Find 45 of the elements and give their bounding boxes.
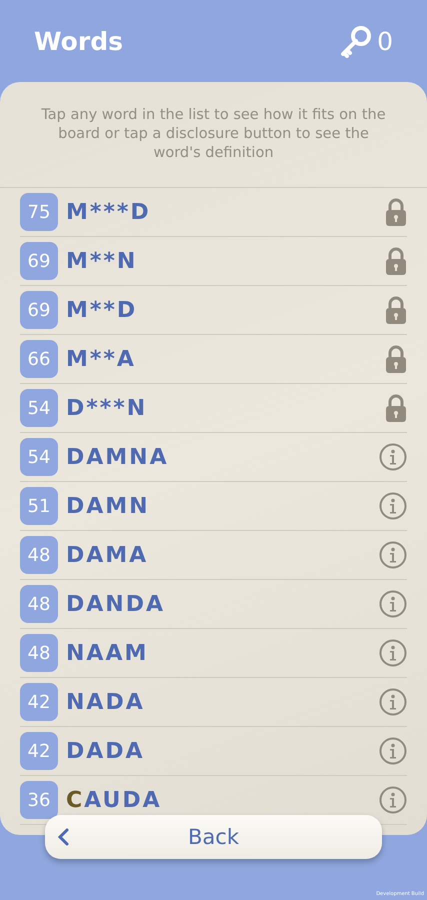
info-icon[interactable] <box>379 541 407 569</box>
key-count: 0 <box>377 26 393 56</box>
score-badge: 42 <box>20 683 58 721</box>
padlock-icon <box>385 198 407 226</box>
word-entry[interactable]: M**A <box>66 346 377 372</box>
word-entry[interactable]: M**N <box>66 248 377 274</box>
score-badge: 51 <box>20 487 58 525</box>
word-entry[interactable]: M***D <box>66 200 377 224</box>
word-entry[interactable]: CAUDA <box>66 788 371 812</box>
info-icon[interactable] <box>379 443 407 471</box>
word-entry[interactable]: DAMNA <box>66 444 371 470</box>
info-icon[interactable] <box>379 492 407 520</box>
score-badge: 36 <box>20 781 58 819</box>
word-entry[interactable]: D***N <box>66 396 377 420</box>
instructions-text: Tap any word in the list to see how it fits on the board or tap a disclosure button to see the word's definition <box>0 82 427 188</box>
back-button[interactable]: Back <box>45 815 382 859</box>
score-badge: 69 <box>20 242 58 280</box>
padlock-icon <box>385 345 407 373</box>
info-icon[interactable] <box>379 688 407 716</box>
info-icon[interactable] <box>379 737 407 765</box>
score-badge: 54 <box>20 438 58 476</box>
chevron-left-icon <box>57 828 69 846</box>
word-entry[interactable]: NADA <box>66 690 371 714</box>
score-badge: 54 <box>20 389 58 427</box>
padlock-icon <box>385 394 407 422</box>
word-entry[interactable]: NAAM <box>66 640 371 666</box>
info-icon[interactable] <box>379 639 407 667</box>
screen-title: Words <box>34 26 123 56</box>
word-entry[interactable]: M**D <box>66 298 377 322</box>
word-entry[interactable]: DADA <box>66 738 371 764</box>
info-icon[interactable] <box>379 786 407 814</box>
padlock-icon <box>385 247 407 275</box>
padlock-icon <box>385 296 407 324</box>
key-icon <box>339 24 374 58</box>
score-badge: 42 <box>20 732 58 770</box>
score-badge: 69 <box>20 291 58 329</box>
score-badge: 75 <box>20 193 58 231</box>
score-badge: 48 <box>20 585 58 623</box>
score-badge: 48 <box>20 634 58 672</box>
word-entry[interactable]: DANDA <box>66 592 371 616</box>
word-entry[interactable]: DAMA <box>66 542 371 568</box>
score-badge: 66 <box>20 340 58 378</box>
score-badge: 48 <box>20 536 58 574</box>
word-entry[interactable]: DAMN <box>66 494 371 518</box>
info-icon[interactable] <box>379 590 407 618</box>
